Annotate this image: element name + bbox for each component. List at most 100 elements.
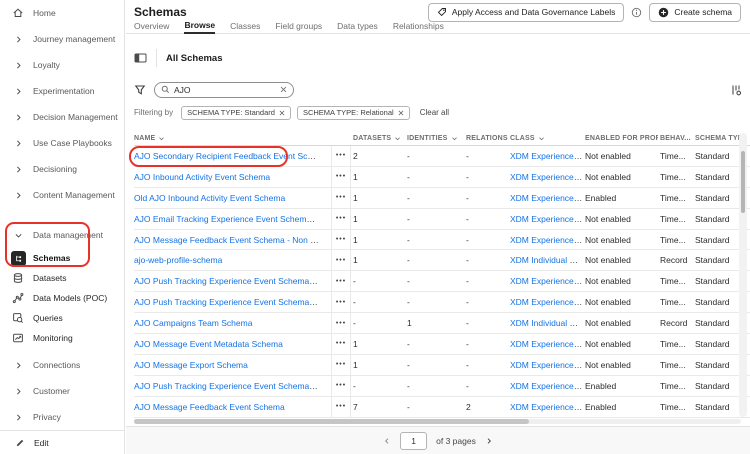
search-box[interactable]: [154, 81, 294, 98]
more-actions-button[interactable]: •••: [331, 146, 351, 166]
schema-name-link[interactable]: AJO Push Tracking Experience Event Schem…: [134, 276, 331, 286]
sidebar-item-datasets[interactable]: Datasets: [0, 268, 124, 288]
sidebar-item-loyalty[interactable]: Loyalty: [0, 52, 124, 78]
tab-overview[interactable]: Overview: [134, 21, 169, 33]
create-schema-button[interactable]: Create schema: [649, 2, 741, 22]
search-clear-icon[interactable]: [280, 86, 287, 93]
class-cell: XDM ExperienceE...: [508, 193, 583, 203]
class-cell-link[interactable]: XDM ExperienceE...: [510, 172, 583, 182]
schema-type-cell: Standard: [695, 380, 730, 391]
schema-name-link[interactable]: AJO Push Tracking Experience Event Schem…: [134, 381, 331, 391]
class-cell-link[interactable]: XDM Individual Pr...: [510, 318, 583, 328]
class-cell-link[interactable]: XDM ExperienceE...: [510, 276, 583, 286]
sidebar-item-data-models-poc[interactable]: Data Models (POC): [0, 288, 124, 308]
sidebar-item-queries[interactable]: Queries: [0, 308, 124, 328]
sidebar-item-decision-management[interactable]: Decision Management: [0, 104, 124, 130]
schema-name-link[interactable]: AJO Message Export Schema: [134, 360, 248, 370]
sidebar-item-customer[interactable]: Customer: [0, 378, 124, 404]
more-actions-button[interactable]: •••: [331, 334, 351, 354]
schema-name-link[interactable]: AJO Campaigns Team Schema: [134, 318, 252, 328]
column-header-schema-type[interactable]: SCHEMA TYPE: [693, 135, 741, 142]
tab-classes[interactable]: Classes: [230, 21, 260, 33]
apply-labels-button[interactable]: Apply Access and Data Governance Labels: [427, 2, 625, 22]
vertical-scrollbar[interactable]: [739, 133, 747, 417]
enabled-for-profile-cell: Enabled: [585, 380, 617, 391]
panel-toggle-icon[interactable]: [134, 52, 147, 64]
sidebar-item-monitoring[interactable]: Monitoring: [0, 328, 124, 348]
schema-name-link[interactable]: AJO Secondary Recipient Feedback Event S…: [134, 151, 329, 161]
vertical-scrollbar-thumb[interactable]: [741, 151, 745, 213]
column-header-class[interactable]: CLASS: [508, 135, 583, 142]
class-cell-link[interactable]: XDM ExperienceE...: [510, 193, 583, 203]
class-cell-link[interactable]: XDM ExperienceE...: [510, 235, 583, 245]
schema-name: AJO Message Event Metadata Schema: [134, 339, 331, 349]
sidebar-item-label: Content Management: [33, 190, 115, 200]
tab-data-types[interactable]: Data types: [337, 21, 378, 33]
column-header-datasets[interactable]: DATASETS: [351, 135, 405, 142]
more-actions-button[interactable]: •••: [331, 292, 351, 313]
more-actions-button[interactable]: •••: [331, 271, 351, 292]
edit-label: Edit: [34, 437, 49, 448]
filter-chip[interactable]: SCHEMA TYPE: Relational: [296, 105, 410, 120]
page-number-input[interactable]: [400, 431, 428, 450]
more-actions-button[interactable]: •••: [331, 313, 351, 334]
previous-page-icon[interactable]: [383, 437, 391, 445]
tab-relationships[interactable]: Relationships: [393, 21, 444, 33]
chip-remove-icon[interactable]: [279, 110, 285, 116]
sidebar-item-decisioning[interactable]: Decisioning: [0, 156, 124, 182]
filter-funnel-icon[interactable]: [134, 84, 146, 96]
class-cell-link[interactable]: XDM ExperienceE...: [510, 297, 583, 307]
schema-name-link[interactable]: AJO Message Event Metadata Schema: [134, 339, 283, 349]
schema-name-link[interactable]: AJO Message Feedback Event Schema - Non …: [134, 235, 331, 245]
schema-name-link[interactable]: AJO Email Tracking Experience Event Sche…: [134, 214, 331, 224]
tab-field-groups[interactable]: Field groups: [275, 21, 322, 33]
more-actions-button[interactable]: •••: [331, 250, 351, 271]
clear-all-link[interactable]: Clear all: [420, 108, 449, 117]
more-actions-button[interactable]: •••: [331, 375, 351, 396]
more-actions-button[interactable]: •••: [331, 166, 351, 187]
sidebar-item-schemas[interactable]: Schemas: [0, 248, 124, 268]
more-actions-button[interactable]: •••: [331, 229, 351, 250]
class-cell-link[interactable]: XDM ExperienceE...: [510, 381, 583, 391]
sidebar-item-journey-management[interactable]: Journey management: [0, 26, 124, 52]
schema-name-link[interactable]: AJO Inbound Activity Event Schema: [134, 172, 270, 182]
filter-chip[interactable]: SCHEMA TYPE: Standard: [181, 105, 291, 120]
behavior-cell: Record: [660, 255, 688, 266]
more-actions-button[interactable]: •••: [331, 187, 351, 208]
chip-label: SCHEMA TYPE: Standard: [187, 108, 275, 117]
schema-name-link[interactable]: Old AJO Inbound Activity Event Schema: [134, 193, 285, 203]
schema-name-link[interactable]: AJO Push Tracking Experience Event Schem…: [134, 297, 331, 307]
class-cell-link[interactable]: XDM ExperienceE...: [510, 360, 583, 370]
sidebar-item-experimentation[interactable]: Experimentation: [0, 78, 124, 104]
column-header-name[interactable]: NAME: [134, 135, 331, 142]
column-header-identities[interactable]: IDENTITIES: [405, 135, 464, 142]
sidebar-item-data-management[interactable]: Data management: [0, 222, 124, 248]
horizontal-scrollbar-thumb[interactable]: [134, 419, 529, 424]
class-cell-link[interactable]: XDM Individual Pr...: [510, 255, 583, 265]
class-cell-link[interactable]: XDM ExperienceE...: [510, 214, 583, 224]
horizontal-scrollbar[interactable]: [134, 419, 741, 424]
next-page-icon[interactable]: [485, 437, 493, 445]
sidebar-item-content-management[interactable]: Content Management: [0, 182, 124, 208]
column-settings-icon[interactable]: [730, 84, 742, 96]
all-schemas-title: All Schemas: [166, 52, 223, 64]
more-actions-button[interactable]: •••: [331, 354, 351, 375]
more-actions-button[interactable]: •••: [331, 208, 351, 229]
class-cell-link[interactable]: XDM ExperienceE...: [510, 339, 583, 349]
info-icon[interactable]: [631, 7, 642, 18]
sidebar-item-home[interactable]: Home: [0, 0, 124, 26]
class-cell-link[interactable]: XDM ExperienceE...: [510, 151, 583, 161]
edit-button[interactable]: Edit: [0, 430, 124, 454]
sidebar-item-use-case-playbooks[interactable]: Use Case Playbooks: [0, 130, 124, 156]
sidebar-item-connections[interactable]: Connections: [0, 352, 124, 378]
class-cell-link[interactable]: XDM ExperienceE...: [510, 402, 583, 412]
schema-name-link[interactable]: ajo-web-profile-schema: [134, 255, 222, 265]
tab-browse[interactable]: Browse: [184, 20, 216, 34]
schema-name-link[interactable]: AJO Message Feedback Event Schema: [134, 402, 285, 412]
more-actions-button[interactable]: •••: [331, 396, 351, 417]
chip-remove-icon[interactable]: [398, 110, 404, 116]
sidebar-item-privacy[interactable]: Privacy: [0, 404, 124, 430]
search-input[interactable]: [174, 84, 276, 95]
table-row: AJO Push Tracking Experience Event Schem…: [134, 271, 750, 293]
column-header-relations[interactable]: RELATIONS...: [464, 135, 508, 142]
